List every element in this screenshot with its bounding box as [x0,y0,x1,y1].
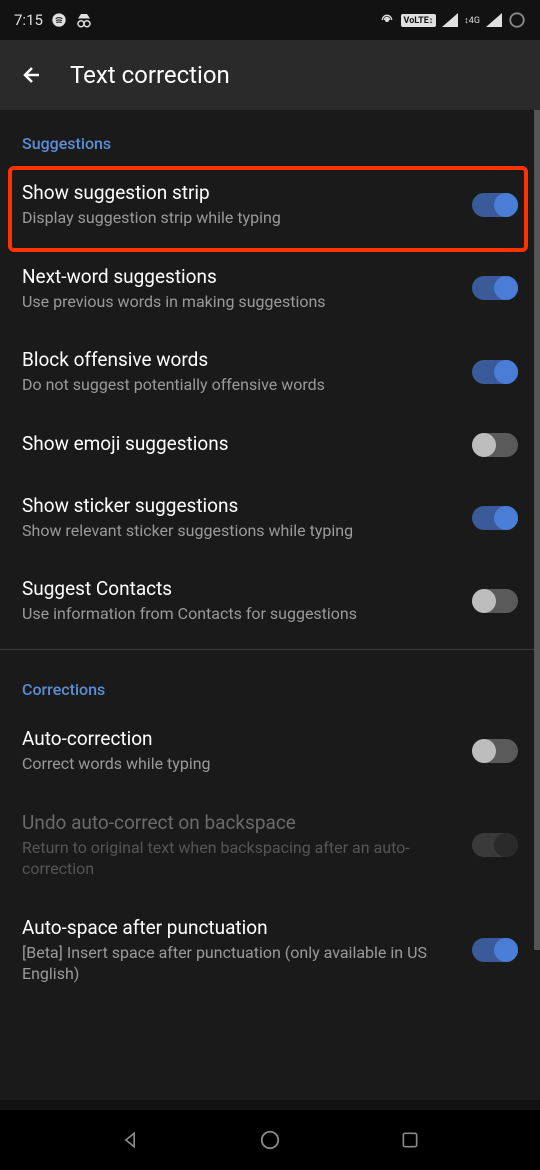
toggle-thumb [494,506,518,530]
signal-icon-2 [486,13,502,27]
nav-home-button[interactable] [257,1127,283,1153]
status-left: 7:15 [14,11,93,29]
setting-text: Block offensive words Do not suggest pot… [22,348,472,396]
setting-title: Show sticker suggestions [22,494,456,517]
toggle-thumb [494,276,518,300]
setting-block-offensive-words[interactable]: Block offensive words Do not suggest pot… [0,330,540,414]
toggle-undo-auto-correct [472,833,518,857]
nav-recents-button[interactable] [397,1127,423,1153]
setting-subtitle: [Beta] Insert space after punctuation (o… [22,942,456,985]
setting-subtitle: Show relevant sticker suggestions while … [22,520,456,542]
toggle-suggest-contacts[interactable] [472,589,518,613]
spotify-icon [51,12,67,28]
setting-text: Show suggestion strip Display suggestion… [22,181,472,229]
toggle-auto-correction[interactable] [472,739,518,763]
setting-undo-auto-correct: Undo auto-correct on backspace Return to… [0,793,540,898]
back-button[interactable] [20,63,44,87]
toggle-thumb [472,433,496,457]
setting-text: Show sticker suggestions Show relevant s… [22,494,472,542]
toggle-thumb [494,193,518,217]
setting-suggest-contacts[interactable]: Suggest Contacts Use information from Co… [0,559,540,643]
setting-auto-space-punctuation[interactable]: Auto-space after punctuation [Beta] Inse… [0,898,540,1003]
setting-text: Undo auto-correct on backspace Return to… [22,811,472,880]
volte-badge: VoLTE↕ [401,14,437,27]
status-time: 7:15 [14,11,43,29]
setting-subtitle: Display suggestion strip while typing [22,207,456,229]
nav-back-button[interactable] [117,1127,143,1153]
setting-subtitle: Correct words while typing [22,753,456,775]
content-area: Suggestions Show suggestion strip Displa… [0,110,540,1100]
page-title: Text correction [70,61,230,89]
toggle-block-offensive-words[interactable] [472,360,518,384]
section-header-suggestions: Suggestions [0,110,540,163]
square-icon [400,1130,420,1150]
toggle-show-sticker-suggestions[interactable] [472,506,518,530]
toggle-thumb [472,739,496,763]
toggle-show-emoji-suggestions[interactable] [472,433,518,457]
setting-text: Auto-space after punctuation [Beta] Inse… [22,916,472,985]
setting-subtitle: Do not suggest potentially offensive wor… [22,374,456,396]
signal-icon [442,13,458,27]
toggle-thumb [494,360,518,384]
setting-auto-correction[interactable]: Auto-correction Correct words while typi… [0,709,540,793]
setting-show-sticker-suggestions[interactable]: Show sticker suggestions Show relevant s… [0,476,540,560]
toggle-thumb [494,833,518,857]
setting-title: Next-word suggestions [22,265,456,288]
setting-title: Block offensive words [22,348,456,371]
incognito-icon [75,12,93,28]
toggle-show-suggestion-strip[interactable] [472,193,518,217]
hotspot-icon [379,12,395,28]
setting-subtitle: Use information from Contacts for sugges… [22,603,456,625]
setting-title: Suggest Contacts [22,577,456,600]
setting-show-emoji-suggestions[interactable]: Show emoji suggestions [0,414,540,476]
setting-subtitle: Use previous words in making suggestions [22,291,456,313]
toggle-next-word-suggestions[interactable] [472,276,518,300]
setting-text: Show emoji suggestions [22,432,472,458]
loading-icon [508,11,526,29]
setting-title: Auto-space after punctuation [22,916,456,939]
navigation-bar [0,1110,540,1170]
setting-show-suggestion-strip[interactable]: Show suggestion strip Display suggestion… [0,163,540,247]
setting-text: Auto-correction Correct words while typi… [22,727,472,775]
arrow-left-icon [20,63,44,87]
setting-text: Next-word suggestions Use previous words… [22,265,472,313]
setting-title: Show emoji suggestions [22,432,456,455]
toggle-thumb [472,589,496,613]
circle-icon [259,1129,281,1151]
status-right: VoLTE↕ ↕4G [379,11,526,29]
setting-title: Undo auto-correct on backspace [22,811,456,834]
toggle-thumb [494,938,518,962]
triangle-left-icon [120,1130,140,1150]
setting-title: Auto-correction [22,727,456,750]
signal-4g-label: ↕4G [464,15,480,26]
setting-subtitle: Return to original text when backspacing… [22,837,456,880]
section-divider [0,649,540,650]
toggle-auto-space-punctuation[interactable] [472,938,518,962]
setting-next-word-suggestions[interactable]: Next-word suggestions Use previous words… [0,247,540,331]
section-header-corrections: Corrections [0,656,540,709]
setting-text: Suggest Contacts Use information from Co… [22,577,472,625]
status-bar: 7:15 VoLTE↕ ↕4G [0,0,540,40]
header: Text correction [0,40,540,110]
setting-title: Show suggestion strip [22,181,456,204]
